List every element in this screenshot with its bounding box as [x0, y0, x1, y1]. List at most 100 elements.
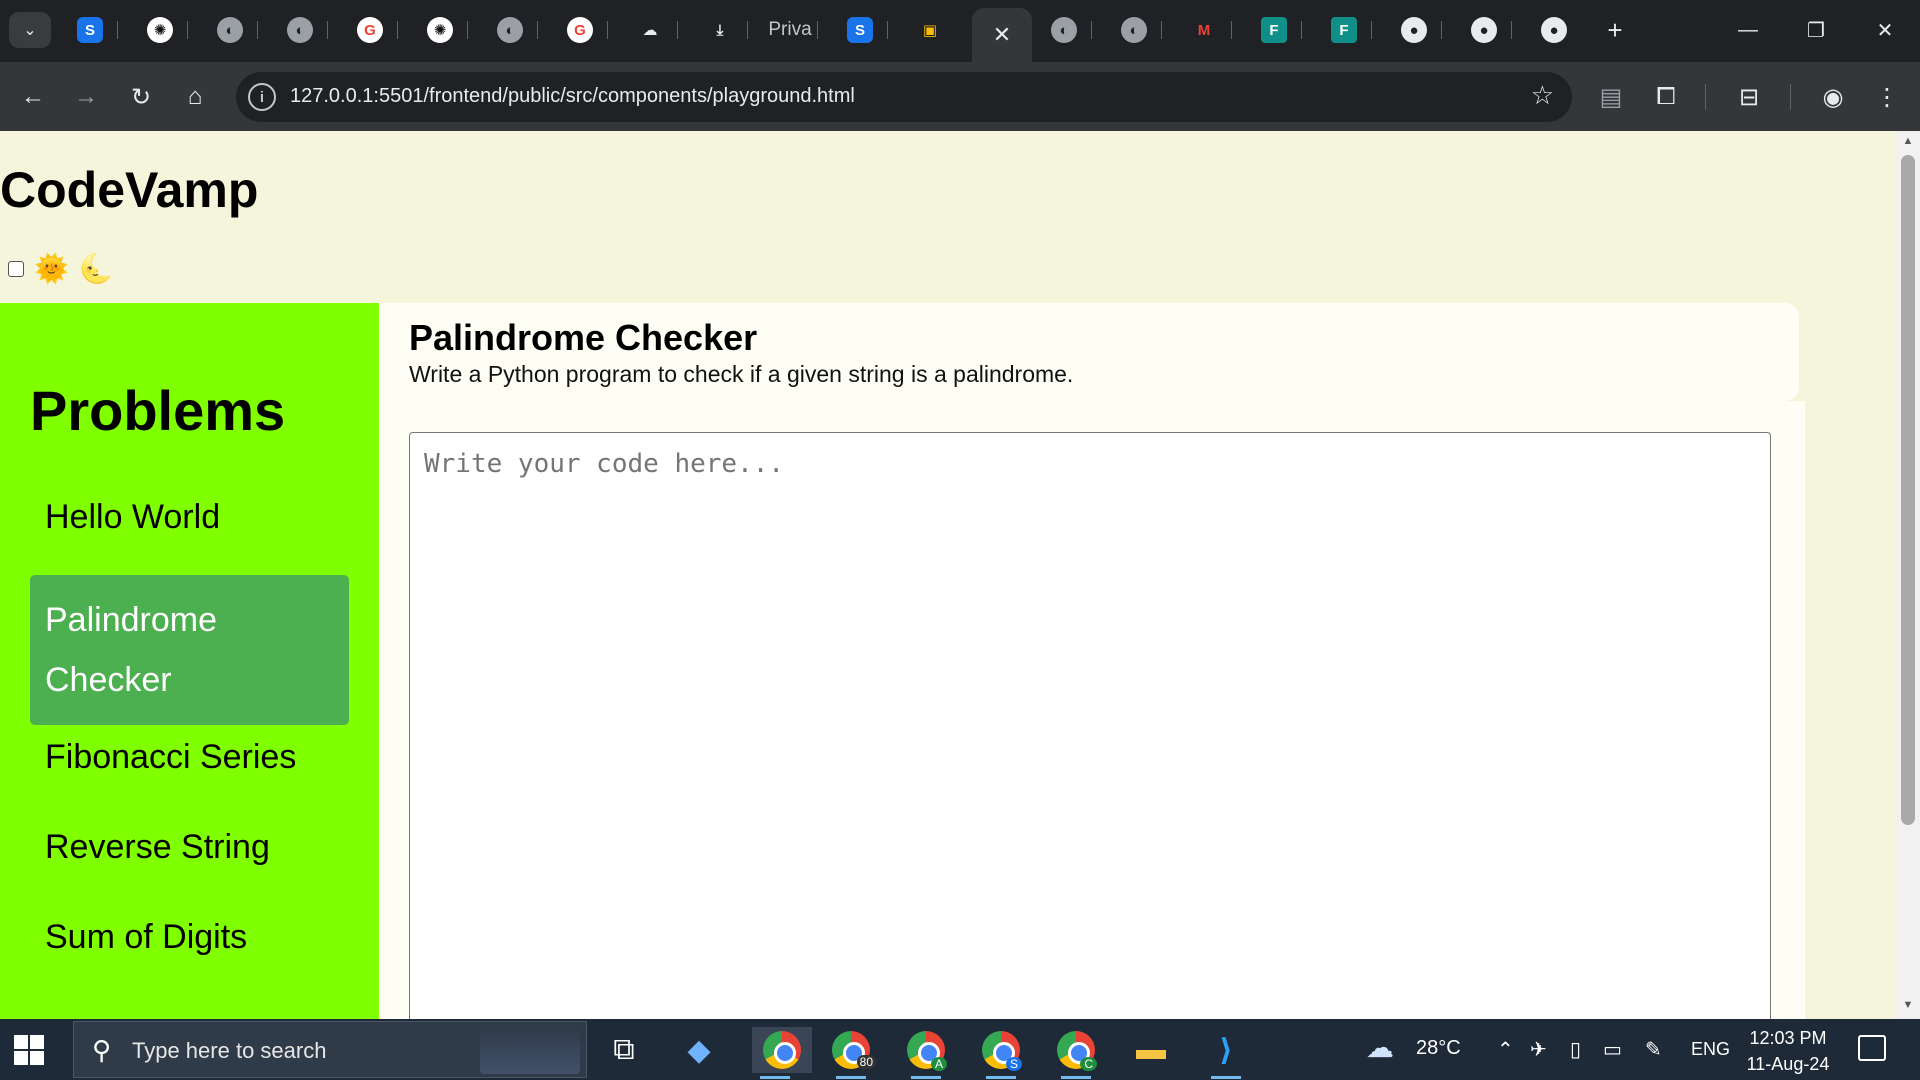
- tab-6[interactable]: ✺: [412, 10, 468, 50]
- problems-sidebar: Problems Hello World Palindrome Checker …: [0, 303, 379, 1019]
- page-scrollbar[interactable]: ▲ ▼: [1896, 131, 1920, 1019]
- sidebar-item-sum-of-digits[interactable]: Sum of Digits: [30, 907, 349, 967]
- tab-4[interactable]: ◐: [272, 10, 328, 50]
- chrome-profile-s-icon[interactable]: S: [978, 1027, 1024, 1079]
- reload-button[interactable]: ↻: [122, 78, 160, 116]
- minimize-icon: —: [1738, 18, 1758, 41]
- tab-7[interactable]: ◐: [482, 10, 538, 50]
- weather-icon[interactable]: ☁: [1366, 1031, 1394, 1064]
- globe-icon: ◐: [1121, 17, 1147, 43]
- notification-badge: 80: [856, 1055, 876, 1069]
- windows-taskbar: ⚲ Type here to search ⧉ ◆ 80 A S C ▬ ⟩ ☁…: [0, 1019, 1920, 1080]
- tab-11[interactable]: Priva: [762, 10, 818, 50]
- scroll-down-icon[interactable]: ▼: [1902, 999, 1914, 1011]
- tab-21[interactable]: ●: [1456, 10, 1512, 50]
- theme-checkbox[interactable]: [8, 261, 24, 277]
- download-icon: ⤓: [716, 21, 724, 39]
- moon-icon: 🌜: [78, 253, 114, 284]
- chrome-profile-a-icon[interactable]: A: [903, 1027, 949, 1079]
- page-viewport: CodeVamp 🌞 🌜 Problems Hello World Palind…: [0, 131, 1896, 1019]
- sidebar-item-hello-world[interactable]: Hello World: [30, 487, 349, 547]
- tab-9[interactable]: ☁: [622, 10, 678, 50]
- minimize-button[interactable]: —: [1723, 10, 1773, 50]
- network-icon[interactable]: ✈: [1530, 1037, 1547, 1062]
- forward-button[interactable]: →: [67, 78, 105, 116]
- chevron-up-icon[interactable]: ⌃: [1497, 1037, 1514, 1062]
- scrollbar-thumb[interactable]: [1901, 155, 1915, 825]
- tab-strip: ⌄ S ✺ ◐ ◐ G ✺ ◐ G ☁ ⤓ Priva S ▣ ✕ ◐ ◐ M …: [0, 0, 1920, 62]
- google-icon: G: [357, 17, 383, 43]
- tab-19[interactable]: F: [1316, 10, 1372, 50]
- device-icon[interactable]: ▯: [1570, 1037, 1581, 1062]
- close-window-button[interactable]: ✕: [1860, 10, 1910, 50]
- pen-icon[interactable]: ✎: [1645, 1037, 1662, 1062]
- vscode-icon[interactable]: ⟩: [1203, 1027, 1249, 1079]
- new-tab-button[interactable]: +: [1597, 12, 1633, 48]
- tab-17[interactable]: M: [1176, 10, 1232, 50]
- code-editor[interactable]: [409, 432, 1771, 1019]
- back-button[interactable]: ←: [14, 78, 52, 116]
- windows-start-icon[interactable]: [14, 1035, 44, 1065]
- tab-22[interactable]: ●: [1526, 10, 1582, 50]
- reading-list-button[interactable]: ⊟: [1730, 78, 1768, 116]
- profile-letter: S: [1005, 1057, 1022, 1071]
- file-explorer-icon[interactable]: ▬: [1128, 1027, 1174, 1073]
- task-view-icon[interactable]: ⧉: [601, 1027, 647, 1073]
- address-bar[interactable]: i 127.0.0.1:5501/frontend/public/src/com…: [236, 72, 1572, 122]
- reload-icon: ↻: [130, 83, 152, 111]
- chrome-profile-icon[interactable]: 80: [828, 1027, 876, 1079]
- tab-search-button[interactable]: ⌄: [9, 12, 51, 48]
- chrome-profile-c-icon[interactable]: C: [1053, 1027, 1099, 1079]
- language-indicator[interactable]: ENG: [1691, 1039, 1730, 1060]
- tab-13[interactable]: ▣: [902, 10, 958, 50]
- gmail-icon: M: [1197, 21, 1211, 39]
- weather-temp[interactable]: 28°C: [1416, 1037, 1461, 1060]
- tab-1[interactable]: S: [62, 10, 118, 50]
- close-icon[interactable]: ✕: [993, 22, 1011, 48]
- forms-icon: F: [1331, 17, 1357, 43]
- globe-icon: ◐: [1051, 17, 1077, 43]
- cloud-icon: ☁: [642, 22, 658, 39]
- tab-2[interactable]: ✺: [132, 10, 188, 50]
- active-tab[interactable]: ✕: [972, 8, 1032, 62]
- tab-18[interactable]: F: [1246, 10, 1302, 50]
- forms-icon: F: [1261, 17, 1287, 43]
- extensions-button[interactable]: ⧠: [1647, 78, 1685, 116]
- taskbar-search[interactable]: ⚲ Type here to search: [73, 1021, 587, 1078]
- tab-5[interactable]: G: [342, 10, 398, 50]
- tab-title: Priva: [768, 19, 812, 40]
- sun-icon: 🌞: [34, 253, 69, 284]
- tab-10[interactable]: ⤓: [692, 10, 748, 50]
- tab-3[interactable]: ◐: [202, 10, 258, 50]
- home-button[interactable]: ⌂: [176, 78, 214, 116]
- sidebar-item-fibonacci-series[interactable]: Fibonacci Series: [30, 727, 349, 787]
- openai-icon: ✺: [147, 17, 173, 43]
- copilot-icon[interactable]: ◆: [676, 1027, 722, 1073]
- google-icon: G: [567, 17, 593, 43]
- url-text[interactable]: 127.0.0.1:5501/frontend/public/src/compo…: [290, 85, 855, 108]
- bookmark-star-icon[interactable]: ☆: [1531, 80, 1554, 111]
- restore-icon: ❐: [1807, 19, 1825, 42]
- tab-12[interactable]: S: [832, 10, 888, 50]
- profile-letter: A: [930, 1057, 947, 1071]
- site-info-icon[interactable]: i: [248, 83, 276, 111]
- battery-icon[interactable]: ▭: [1603, 1037, 1622, 1062]
- sidebar-item-reverse-string[interactable]: Reverse String: [30, 817, 349, 877]
- scroll-up-icon[interactable]: ▲: [1902, 135, 1914, 147]
- cast-button[interactable]: ▤: [1592, 78, 1630, 116]
- tab-15[interactable]: ◐: [1036, 10, 1092, 50]
- tab-8[interactable]: G: [552, 10, 608, 50]
- system-clock[interactable]: 12:03 PM 11-Aug-24: [1738, 1025, 1838, 1077]
- restore-button[interactable]: ❐: [1791, 10, 1841, 50]
- sidebar-item-palindrome-checker[interactable]: Palindrome Checker: [30, 575, 349, 725]
- reading-list-icon: ⊟: [1738, 83, 1760, 111]
- tab-16[interactable]: ◐: [1106, 10, 1162, 50]
- profile-button[interactable]: ◉: [1814, 78, 1852, 116]
- notification-center-icon[interactable]: [1858, 1035, 1886, 1061]
- media-icon: ▤: [1599, 83, 1623, 111]
- tab-20[interactable]: ●: [1386, 10, 1442, 50]
- chrome-icon[interactable]: [752, 1027, 812, 1079]
- s-app-icon: S: [77, 17, 103, 43]
- menu-button[interactable]: ⋮: [1868, 78, 1906, 116]
- puzzle-icon: ⧠: [1656, 83, 1676, 110]
